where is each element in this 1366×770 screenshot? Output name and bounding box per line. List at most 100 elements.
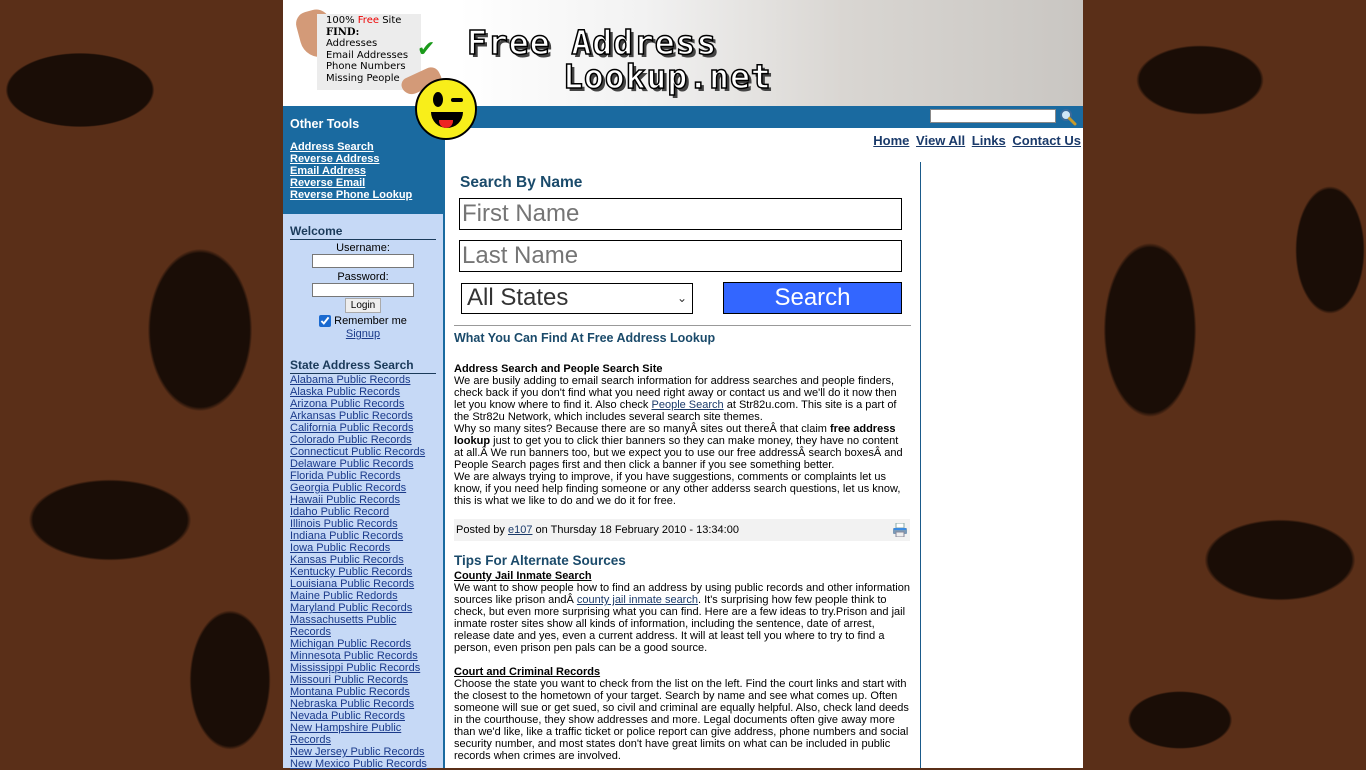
posted-prefix: Posted by [456,524,508,536]
state-link[interactable]: Delaware Public Records [290,458,430,470]
site-search-input[interactable] [930,109,1056,123]
post-meta: Posted by e107 on Thursday 18 February 2… [454,519,910,541]
username-input[interactable] [312,254,414,268]
password-input[interactable] [312,282,414,297]
article: Address Search and People Search Site We… [454,363,910,507]
article-text: Why so many sites? Because there are so … [454,423,831,435]
main-content: Search By Name All States ⌄ Search What … [454,160,911,762]
state-link[interactable]: New Hampshire Public Records [290,722,430,746]
state-link[interactable]: Minnesota Public Records [290,650,430,662]
username-label: Username: [336,242,390,254]
state-search-title: State Address Search [290,358,436,374]
password-label: Password: [337,270,389,283]
state-link[interactable]: Arkansas Public Records [290,410,430,422]
state-search-panel: State Address Search Alabama Public Reco… [283,340,443,770]
welcome-title: Welcome [290,224,436,240]
state-link[interactable]: Connecticut Public Records [290,446,430,458]
logo-line-2: Lookup.net [562,57,772,96]
first-name-input[interactable] [459,198,902,230]
article-text: We are always trying to improve, if you … [454,471,901,507]
search-button[interactable]: Search [723,282,902,314]
promo-find-label: FIND: [326,26,360,38]
state-link[interactable]: New Mexico Public Records [290,758,430,770]
last-name-input[interactable] [459,240,902,272]
state-link[interactable]: Arizona Public Records [290,398,430,410]
remember-me-checkbox[interactable] [319,315,332,327]
state-link[interactable]: Hawaii Public Records [290,494,430,506]
court-records-heading: Court and Criminal Records [454,666,601,678]
promo-text: 100% [326,15,358,26]
search-icon[interactable] [1059,108,1077,126]
author-link[interactable]: e107 [508,524,532,536]
tool-link-address-search[interactable]: Address Search [290,141,436,153]
article-text: just to get you to click thier banners s… [454,435,903,471]
article-heading: Address Search and People Search Site [454,363,663,375]
sidebar: Other Tools Address Search Reverse Addre… [283,106,443,770]
remember-me-label: Remember me [334,315,407,327]
signup-link[interactable]: Signup [290,328,436,340]
state-link[interactable]: Montana Public Records [290,686,430,698]
promo-item: Addresses [326,38,378,49]
site-header: 100% Free Site FIND: Addresses Email Add… [283,0,1083,106]
nav-links[interactable]: Links [972,133,1006,148]
state-link[interactable]: Michigan Public Records [290,638,430,650]
county-jail-heading: County Jail Inmate Search [454,570,592,582]
county-jail-text: We want to show people how to find an ad… [454,582,910,654]
nav-contact-us[interactable]: Contact Us [1012,133,1081,148]
promo-item: Email Addresses [326,49,409,61]
search-by-name-title: Search By Name [460,174,583,191]
state-link[interactable]: New Jersey Public Records [290,746,430,758]
court-records-text: Choose the state you want to check from … [454,678,909,762]
promo-free: Free [357,15,380,26]
state-link[interactable]: Massachusetts Public Records [290,614,430,638]
login-button[interactable]: Login [344,298,382,313]
checkmark-icon: ✔ [417,37,436,62]
state-link[interactable]: Georgia Public Records [290,482,430,494]
state-link[interactable]: Kentucky Public Records [290,566,430,578]
winking-smiley-icon [415,78,477,140]
state-link[interactable]: Indiana Public Records [290,530,430,542]
state-link[interactable]: Colorado Public Records [290,434,430,446]
tips-title: Tips For Alternate Sources [454,553,626,568]
login-panel: Welcome Username: Password: Login Rememb… [283,214,443,340]
state-link[interactable]: Mississippi Public Records [290,662,430,674]
state-link[interactable]: Missouri Public Records [290,674,430,686]
state-link[interactable]: Nevada Public Records [290,710,430,722]
page-container: 100% Free Site FIND: Addresses Email Add… [283,0,1083,770]
chevron-down-icon: ⌄ [676,291,687,305]
state-select[interactable]: All States ⌄ [461,282,693,314]
divider [443,128,445,768]
state-links-list: Alabama Public Records Alaska Public Reco… [290,374,436,770]
site-logo[interactable]: Free Address Lookup.net [466,25,772,96]
state-link[interactable]: Illinois Public Records [290,518,430,530]
state-link[interactable]: Iowa Public Records [290,542,430,554]
state-link[interactable]: California Public Records [290,422,430,434]
posted-date: on Thursday 18 February 2010 - 13:34:00 [532,524,739,536]
tool-link-reverse-phone[interactable]: Reverse Phone Lookup [290,189,436,201]
nav-home[interactable]: Home [873,133,909,148]
nav-view-all[interactable]: View All [916,133,965,148]
tool-link-email-address[interactable]: Email Address [290,165,436,177]
state-link[interactable]: Maine Public Redords [290,590,430,602]
state-link[interactable]: Alabama Public Records [290,374,430,386]
state-link[interactable]: Alaska Public Records [290,386,430,398]
state-link[interactable]: Maryland Public Records [290,602,430,614]
people-search-link[interactable]: People Search [652,399,724,411]
section-title: What You Can Find At Free Address Lookup [454,331,716,345]
other-tools-title: Other Tools [290,117,360,131]
promo-text: Site [379,15,402,26]
printer-icon[interactable] [892,523,908,537]
state-link[interactable]: Idaho Public Record [290,506,430,518]
state-link[interactable]: Kansas Public Records [290,554,430,566]
divider [920,162,921,768]
top-nav: Home View All Links Contact Us [870,133,1081,148]
state-select-value: All States [467,284,569,311]
tool-link-reverse-email[interactable]: Reverse Email [290,177,436,189]
state-link[interactable]: Nebraska Public Records [290,698,430,710]
tool-link-reverse-address[interactable]: Reverse Address [290,153,436,165]
divider [454,325,911,326]
promo-item: Phone Numbers [326,61,406,72]
county-jail-link[interactable]: county jail inmate search [577,594,698,606]
state-link[interactable]: Louisiana Public Records [290,578,430,590]
state-link[interactable]: Florida Public Records [290,470,430,482]
